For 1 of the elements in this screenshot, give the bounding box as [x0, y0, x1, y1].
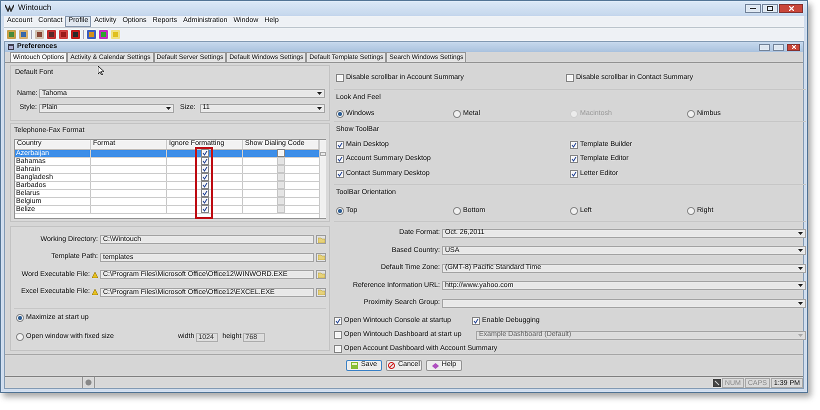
window-title: Wintouch — [18, 2, 52, 14]
